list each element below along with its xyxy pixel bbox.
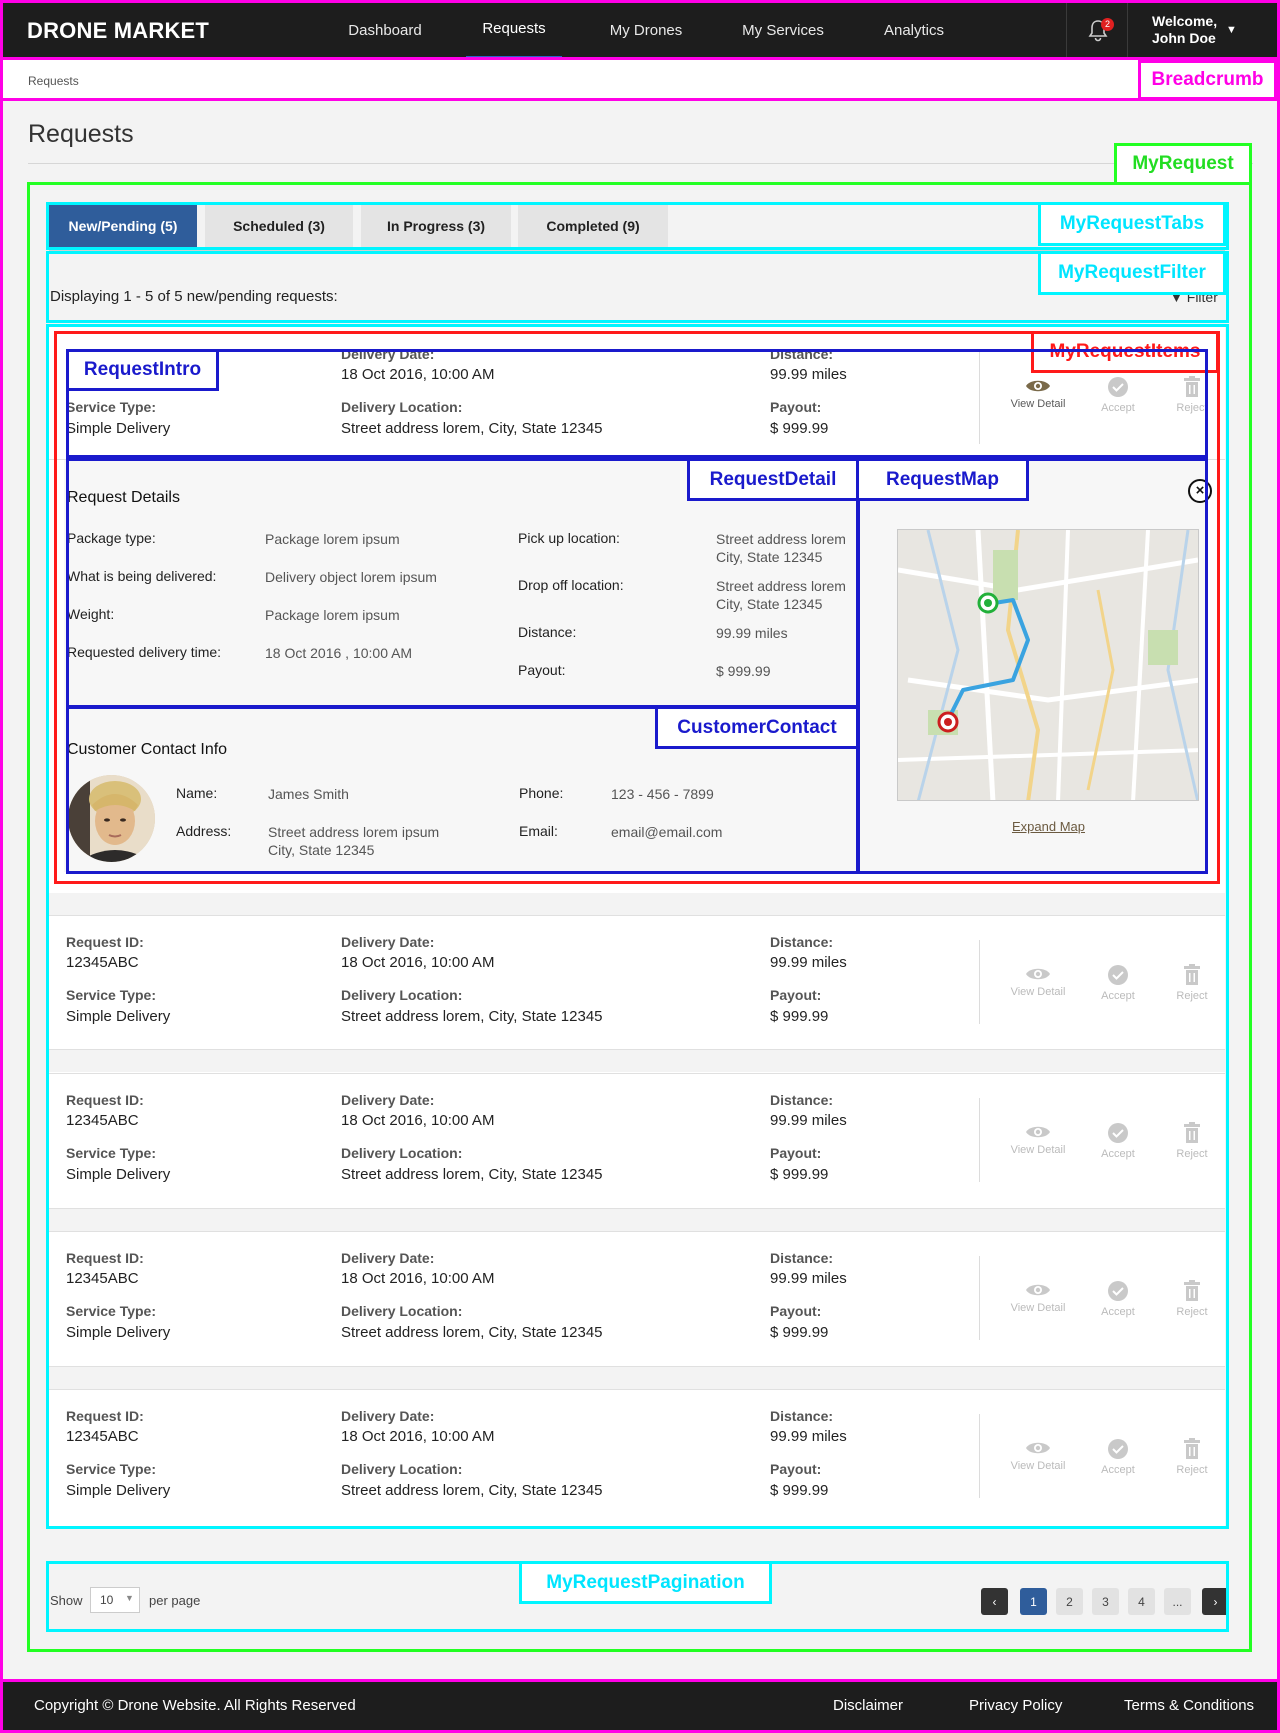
- annotation-label-contact: CustomerContact: [655, 706, 859, 749]
- annotation-box-breadcrumb: [0, 57, 1280, 101]
- annotation-label-map: RequestMap: [856, 458, 1029, 501]
- annotation-box-intro: [66, 349, 1208, 458]
- annotation-box-header: [0, 0, 1280, 60]
- annotation-box-footer: [0, 1679, 1280, 1733]
- annotation-label-myrequest: MyRequest: [1114, 143, 1252, 185]
- annotation-box-map: [856, 458, 1208, 874]
- annotation-label-pagination: MyRequestPagination: [519, 1561, 772, 1604]
- annotation-label-intro: RequestIntro: [66, 349, 219, 391]
- annotation-label-breadcrumb: Breadcrumb: [1138, 60, 1277, 100]
- annotation-label-tabs: MyRequestTabs: [1038, 202, 1226, 246]
- annotation-label-filter: MyRequestFilter: [1038, 251, 1226, 295]
- annotation-label-detail: RequestDetail: [687, 458, 859, 501]
